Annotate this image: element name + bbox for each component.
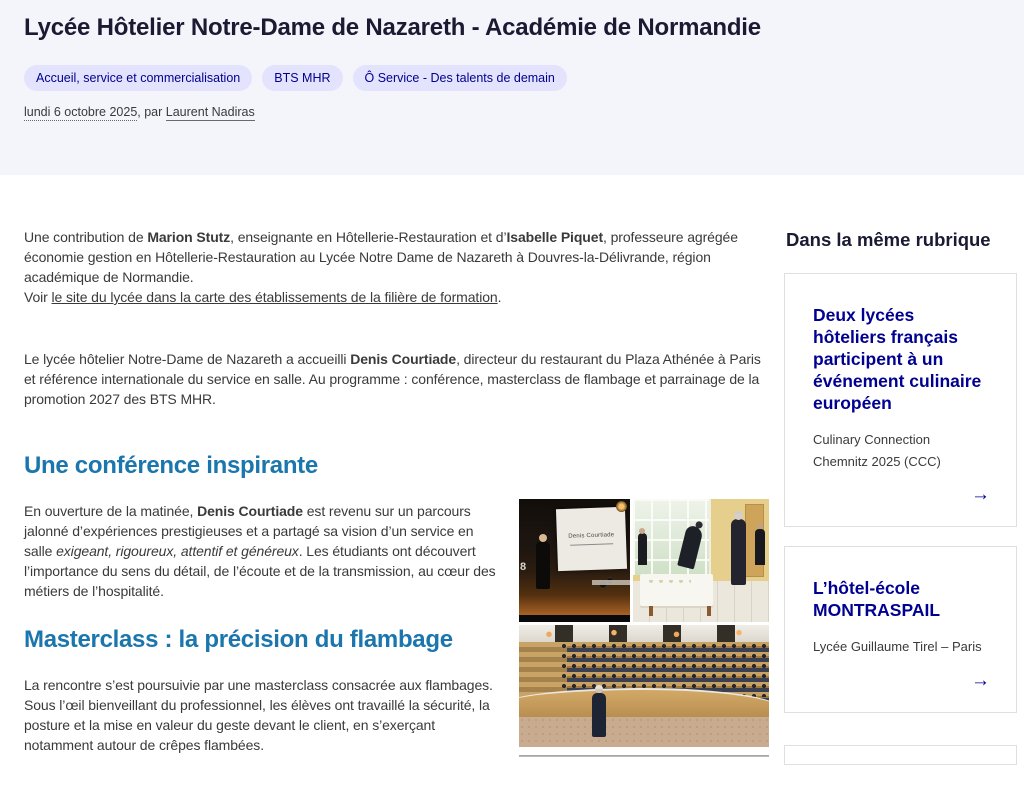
page-title: Lycée Hôtelier Notre-Dame de Nazareth - … xyxy=(24,13,761,43)
guest-name-denis-courtiade: Denis Courtiade xyxy=(197,503,303,519)
photo-flambage-demo xyxy=(633,499,769,622)
dateline: lundi 6 octobre 2025, par Laurent Nadira… xyxy=(24,105,255,119)
byline-separator: , par xyxy=(137,105,166,119)
screen-title-text: Denis Courtiade xyxy=(568,532,614,540)
tag-o-service[interactable]: Ô Service - Des talents de demain xyxy=(353,65,567,91)
text-segment: Une contribution de xyxy=(24,229,147,245)
guest-name-denis-courtiade: Denis Courtiade xyxy=(350,351,456,367)
article-body: Une contribution de Marion Stutz, enseig… xyxy=(24,227,769,797)
related-article-card-partial[interactable] xyxy=(784,745,1017,765)
tag-list: Accueil, service et commercialisation BT… xyxy=(24,65,567,91)
ceiling-lights xyxy=(519,625,769,642)
related-card-title[interactable]: L’hôtel-école MONTRASPAIL xyxy=(813,577,988,621)
photo-collage: Denis Courtiade 8 xyxy=(519,499,769,757)
image-divider xyxy=(519,755,769,757)
tag-bts-mhr[interactable]: BTS MHR xyxy=(262,65,342,91)
paragraph-contribution: Une contribution de Marion Stutz, enseig… xyxy=(24,227,769,307)
related-article-card[interactable]: L’hôtel-école MONTRASPAIL Lycée Guillaum… xyxy=(784,546,1017,713)
page-header-band: Lycée Hôtelier Notre-Dame de Nazareth - … xyxy=(0,0,1024,175)
related-article-card[interactable]: Deux lycées hôteliers français participe… xyxy=(784,273,1017,527)
text-segment: Voir xyxy=(24,289,52,305)
stage-floor xyxy=(519,717,769,748)
waiter-silhouette-right xyxy=(755,529,765,565)
arrow-right-icon[interactable]: → xyxy=(971,670,990,692)
stage-number: 8 xyxy=(520,561,526,573)
spotlight-icon xyxy=(616,501,627,512)
flambage-table xyxy=(640,574,713,606)
waiter-silhouette-left xyxy=(638,533,647,565)
speaker-silhouette xyxy=(592,693,606,737)
paragraph-intro: Le lycée hôtelier Notre-Dame de Nazareth… xyxy=(24,349,769,409)
related-card-subtitle: Culinary Connection Chemnitz 2025 (CCC) xyxy=(813,429,988,473)
same-rubric-sidebar: Dans la même rubrique Deux lycées hôteli… xyxy=(784,229,1017,765)
text-segment: . xyxy=(498,289,502,305)
text-segment: En ouverture de la matinée, xyxy=(24,503,197,519)
author-name-marion-stutz: Marion Stutz xyxy=(147,229,230,245)
projection-screen: Denis Courtiade xyxy=(556,506,627,570)
courtiade-silhouette xyxy=(731,519,746,585)
related-card-title[interactable]: Deux lycées hôteliers français participe… xyxy=(813,304,988,414)
sidebar-heading: Dans la même rubrique xyxy=(786,229,1017,251)
text-segment: , enseignante en Hôtellerie-Restauration… xyxy=(230,229,506,245)
author-name-isabelle-piquet: Isabelle Piquet xyxy=(506,229,603,245)
section-heading-conference: Une conférence inspirante xyxy=(24,451,769,481)
speaker-silhouette xyxy=(536,541,550,589)
quote-values: exigeant, rigoureux, attentif et généreu… xyxy=(56,543,299,559)
stage-table xyxy=(592,580,630,585)
photo-amphitheatre xyxy=(519,625,769,747)
screen-subtitle-line xyxy=(570,543,613,545)
collage-top-row: Denis Courtiade 8 xyxy=(519,499,769,622)
arrow-right-icon[interactable]: → xyxy=(971,484,990,506)
related-card-subtitle: Lycée Guillaume Tirel – Paris xyxy=(813,636,988,658)
tag-accueil-service[interactable]: Accueil, service et commercialisation xyxy=(24,65,252,91)
author-link[interactable]: Laurent Nadiras xyxy=(166,105,255,121)
text-segment: Le lycée hôtelier Notre-Dame de Nazareth… xyxy=(24,351,350,367)
photo-conference-stage: Denis Courtiade 8 xyxy=(519,499,630,622)
publish-date: lundi 6 octobre 2025 xyxy=(24,105,137,121)
lycee-map-link[interactable]: le site du lycée dans la carte des établ… xyxy=(52,289,498,305)
